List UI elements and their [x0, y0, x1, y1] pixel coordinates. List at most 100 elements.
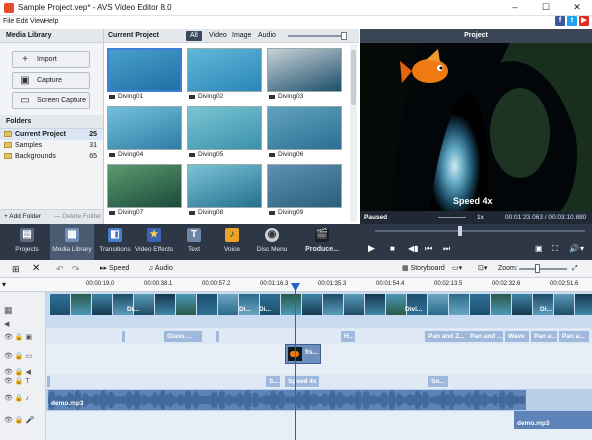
text-clip[interactable]: S... — [266, 376, 280, 387]
import-button[interactable]: + Import — [12, 51, 90, 68]
folders-title: Folders — [0, 115, 103, 129]
disc-menu-tool[interactable]: ◉ Disc Menu — [254, 224, 290, 260]
video-clip-label: Di... — [540, 306, 552, 313]
text-tool[interactable]: T Text — [178, 224, 210, 260]
mute-video-icon[interactable]: ◀ — [4, 320, 42, 330]
effect-clip[interactable]: H... — [341, 331, 355, 342]
effects-track-controls[interactable]: 👁 🔒 ▣ — [4, 333, 42, 343]
seek-bar[interactable] — [375, 230, 585, 232]
fullscreen-icon[interactable]: ⛶ — [552, 244, 558, 254]
effect-clip[interactable]: Pan a... — [559, 331, 589, 342]
menu-help[interactable]: Help — [44, 18, 58, 25]
minimize-button[interactable]: – — [500, 0, 530, 16]
thumbnail-diving07[interactable]: Diving07 — [107, 164, 182, 218]
text-track-controls[interactable]: 👁 🔒 T — [4, 377, 42, 387]
music-track-controls[interactable]: 👁 🔒 🎤 — [4, 416, 42, 426]
effect-clip[interactable]: Pan and Z... — [425, 331, 467, 342]
rewind-icon[interactable]: ⏮ — [425, 244, 432, 254]
projects-tool[interactable]: ▤ Projects — [8, 224, 46, 260]
effect-clip[interactable]: Wave — [505, 331, 529, 342]
facebook-icon[interactable]: f — [555, 16, 565, 26]
overlay-clip[interactable]: fis... — [285, 344, 321, 364]
effect-clip[interactable]: Glass ... — [164, 331, 202, 342]
thumbnail-diving06[interactable]: Diving06 — [267, 106, 342, 160]
thumbnail-diving04[interactable]: Diving04 — [107, 106, 182, 160]
volume-icon[interactable]: 🔊 — [569, 244, 579, 253]
speed-button[interactable]: ▸▸ Speed — [100, 262, 129, 276]
add-folder-button[interactable]: + Add Folder — [4, 213, 41, 220]
voice-tool[interactable]: ♪ Voice — [216, 224, 248, 260]
thumbnail-diving02[interactable]: Diving02 — [187, 48, 262, 102]
zoom-handle[interactable] — [535, 264, 540, 273]
effect-clip[interactable]: Pan a... — [531, 331, 557, 342]
fit-timeline-icon[interactable]: ⤢ — [572, 262, 578, 276]
produce-tool[interactable]: 🎬 Produce... — [300, 224, 344, 260]
thumbnail-diving03[interactable]: Diving03 — [267, 48, 342, 102]
tab-image[interactable]: Image — [228, 31, 255, 41]
split-icon[interactable]: ⊞ — [12, 262, 20, 276]
maximize-button[interactable]: ☐ — [531, 0, 561, 16]
seek-handle[interactable] — [458, 226, 462, 236]
music-track[interactable] — [46, 411, 592, 440]
text-track[interactable] — [46, 374, 592, 389]
video-effects-tool[interactable]: ★ Video Effects — [134, 224, 174, 260]
folder-current-project[interactable]: Current Project 25 — [0, 129, 103, 140]
delete-folder-button[interactable]: — Delete Folder — [54, 213, 101, 220]
timeline-view-icon[interactable]: ⊡▾ — [478, 262, 487, 276]
play-icon[interactable]: ▶ — [368, 243, 375, 254]
thumbnail-label: Diving09 — [278, 209, 304, 216]
text-clip-marker[interactable] — [47, 376, 50, 387]
transitions-tool[interactable]: ◧ Transitions — [96, 224, 134, 260]
voice-track-controls[interactable]: 👁 🔒 ♪ — [4, 394, 42, 404]
preview-player[interactable]: Speed 4x — [360, 43, 592, 211]
close-button[interactable]: ✕ — [562, 0, 592, 16]
scrollbar-thumb[interactable] — [351, 50, 356, 105]
folder-samples[interactable]: Samples 31 — [0, 140, 103, 151]
zoom-slider[interactable] — [519, 268, 567, 270]
thumbnail-size-slider[interactable] — [288, 35, 344, 37]
thumbnail-diving05[interactable]: Diving05 — [187, 106, 262, 160]
folder-label: Samples — [15, 142, 43, 149]
screen-capture-button[interactable]: ▭ Screen Capture — [12, 92, 90, 109]
transition-marker[interactable] — [216, 331, 219, 342]
menu-view[interactable]: View — [30, 18, 45, 25]
media-library-tool[interactable]: ▦ Media Library — [50, 224, 94, 260]
waveform-path — [47, 390, 525, 410]
twitter-icon[interactable]: t — [567, 16, 577, 26]
thumbnail-size-handle[interactable] — [341, 32, 347, 40]
thumbnail-diving01[interactable]: Diving01 — [107, 48, 182, 102]
audio-clip[interactable]: demo.mp3 — [47, 390, 526, 410]
text-clip[interactable]: So... — [428, 376, 448, 387]
fast-forward-icon[interactable]: ⏭ — [443, 244, 450, 254]
tab-audio[interactable]: Audio — [254, 31, 280, 41]
import-label: Import — [37, 56, 57, 63]
playhead[interactable] — [295, 283, 296, 440]
tab-video[interactable]: Video — [205, 31, 231, 41]
speed-slider[interactable] — [438, 217, 466, 218]
expand-tracks-icon[interactable]: ▾ — [2, 280, 6, 289]
redo-icon[interactable]: ↷ — [72, 262, 80, 276]
snapshot-icon[interactable]: ▣ — [535, 244, 543, 253]
transition-marker[interactable] — [122, 331, 125, 342]
overlay-track-controls[interactable]: 👁 🔒 ▭ — [4, 352, 42, 362]
youtube-icon[interactable]: ▶ — [579, 16, 589, 26]
menu-file[interactable]: File — [3, 18, 14, 25]
storyboard-button[interactable]: ▦ Storyboard — [402, 262, 445, 276]
project-scrollbar[interactable] — [350, 44, 357, 222]
text-clip[interactable]: Speed 4x — [285, 376, 319, 387]
audio-button[interactable]: ♫ Audio — [148, 262, 173, 276]
menu-dropdown-icon[interactable]: ▾ — [580, 244, 584, 253]
capture-button[interactable]: ▣ Capture — [12, 72, 90, 89]
delete-icon[interactable]: ✕ — [32, 262, 40, 276]
undo-icon[interactable]: ↶ — [56, 262, 64, 276]
tab-all[interactable]: All — [186, 31, 202, 41]
effect-clip[interactable]: Pan and ... — [467, 331, 503, 342]
previous-frame-icon[interactable]: ◀▮ — [408, 244, 419, 253]
aspect-ratio-icon[interactable]: ▭▾ — [452, 262, 462, 276]
folder-backgrounds[interactable]: Backgrounds 65 — [0, 151, 103, 162]
menu-edit[interactable]: Edit — [16, 18, 28, 25]
thumbnail-diving08[interactable]: Diving08 — [187, 164, 262, 218]
thumbnail-diving09[interactable]: Diving09 — [267, 164, 342, 218]
stop-icon[interactable]: ■ — [390, 244, 395, 253]
music-clip[interactable]: demo.mp3 — [514, 411, 592, 429]
